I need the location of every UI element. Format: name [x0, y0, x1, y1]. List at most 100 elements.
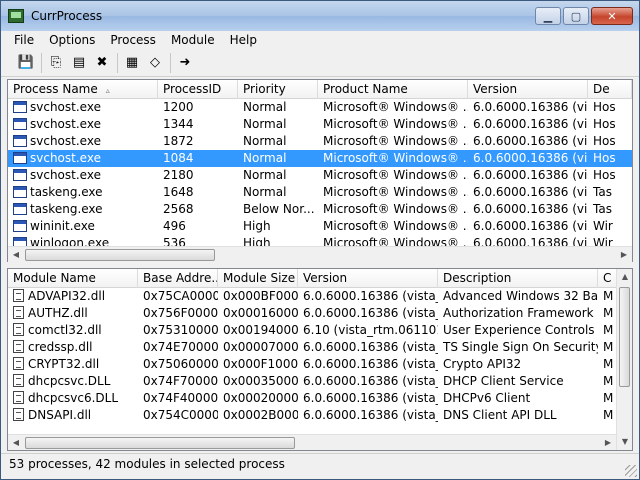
module-column-header[interactable]: Module Size: [218, 269, 298, 288]
module-name: credssp.dll: [28, 340, 93, 354]
properties-button[interactable]: ▤: [68, 52, 90, 74]
process-hscrollbar[interactable]: ◀ ▶: [8, 246, 632, 262]
process-cell: 496: [163, 219, 186, 233]
process-name: svchost.exe: [30, 134, 101, 148]
module-cell: 6.0.6000.16386 (vista_rt...: [303, 357, 438, 371]
module-cell: 6.0.6000.16386 (vista_rt...: [303, 391, 438, 405]
module-cell: User Experience Controls L...: [443, 323, 598, 337]
menu-options[interactable]: Options: [42, 31, 103, 49]
process-row[interactable]: wininit.exe 496 High Microsoft® Windows® ..…: [8, 218, 632, 235]
module-vscrollbar[interactable]: ▲ ▼: [616, 269, 632, 450]
minimize-button[interactable]: ▁: [535, 7, 561, 25]
module-name: DNSAPI.dll: [28, 408, 92, 422]
process-cell: Normal: [243, 151, 287, 165]
resize-grip-icon[interactable]: [625, 465, 637, 477]
module-column-header[interactable]: Module Name: [8, 269, 138, 288]
process-name: wininit.exe: [30, 219, 95, 233]
process-list[interactable]: Process Name ▵ ProcessID Priority Product Na…: [7, 79, 633, 263]
module-column-header[interactable]: Base Addre...: [138, 269, 218, 288]
process-hscroll-thumb[interactable]: [25, 249, 215, 261]
process-name: svchost.exe: [30, 168, 101, 182]
module-cell: 0x754C0000: [143, 408, 218, 422]
module-cell: 6.0.6000.16386 (vista_rt...: [303, 340, 438, 354]
module-hscroll-thumb[interactable]: [25, 437, 295, 449]
module-row[interactable]: comctl32.dll 0x75310000 0x00194000 6.10 (vi…: [8, 322, 632, 339]
module-hscrollbar[interactable]: ◀ ▶: [8, 434, 616, 450]
module-cell: Crypto API32: [443, 357, 522, 371]
module-row[interactable]: dhcpcsvc.DLL 0x74F70000 0x00035000 6.0.6000…: [8, 373, 632, 390]
module-row[interactable]: DNSAPI.dll 0x754C0000 0x0002B000 6.0.6000.1…: [8, 407, 632, 424]
maximize-button[interactable]: ▢: [563, 7, 589, 25]
process-row[interactable]: svchost.exe 1872 Normal Microsoft® Windows®…: [8, 133, 632, 150]
menu-file[interactable]: File: [7, 31, 42, 49]
menu-bar: File Options Process Module Help: [1, 31, 639, 49]
process-cell: Tas: [593, 202, 612, 216]
module-column-header[interactable]: C: [598, 269, 618, 288]
menu-help[interactable]: Help: [223, 31, 265, 49]
pane-splitter[interactable]: [1, 262, 639, 267]
maximize-icon: ▢: [570, 10, 582, 23]
process-column-header[interactable]: Process Name ▵: [8, 80, 158, 99]
window-title: CurrProcess: [31, 9, 103, 23]
process-cell: 6.0.6000.16386 (vis...: [473, 185, 588, 199]
module-cell: 0x0002B000: [223, 408, 298, 422]
process-cell: Wir: [593, 219, 613, 233]
module-row[interactable]: CRYPT32.dll 0x75060000 0x000F1000 6.0.6000.…: [8, 356, 632, 373]
process-column-header[interactable]: Version: [468, 80, 588, 99]
title-bar[interactable]: CurrProcess ▁ ▢ ✕: [1, 1, 639, 31]
toolbar: 💾 ⎘ ▤ ✖ ▦ ◇ ➜: [1, 49, 639, 77]
process-column-header[interactable]: ProcessID: [158, 80, 238, 99]
process-row[interactable]: taskeng.exe 2568 Below Nor... Microsoft® Wi…: [8, 201, 632, 218]
module-list[interactable]: Module Name Base Addre... Module Size Versi…: [7, 268, 633, 451]
module-row[interactable]: ADVAPI32.dll 0x75CA0000 0x000BF000 6.0.6000…: [8, 288, 632, 305]
close-button[interactable]: ✕: [591, 7, 633, 25]
process-cell: 1648: [163, 185, 194, 199]
process-cell: 6.0.6000.16386 (vis...: [473, 219, 588, 233]
menu-process[interactable]: Process: [103, 31, 164, 49]
process-column-header[interactable]: Priority: [238, 80, 318, 99]
process-column-header[interactable]: De: [588, 80, 632, 99]
module-name: CRYPT32.dll: [28, 357, 100, 371]
exit-button[interactable]: ➜: [174, 52, 196, 74]
process-row[interactable]: svchost.exe 1084 Normal Microsoft® Windows®…: [8, 150, 632, 167]
kill-process-button[interactable]: ✖: [91, 52, 113, 74]
process-row[interactable]: svchost.exe 2180 Normal Microsoft® Windows®…: [8, 167, 632, 184]
save-button[interactable]: 💾: [15, 52, 37, 74]
process-row[interactable]: svchost.exe 1344 Normal Microsoft® Windows®…: [8, 116, 632, 133]
html-report-button[interactable]: ▦: [121, 52, 143, 74]
module-cell: credssp.dll: [8, 339, 138, 356]
process-name: taskeng.exe: [30, 185, 103, 199]
scroll-left-icon[interactable]: ◀: [8, 435, 24, 450]
save-icon: 💾: [17, 55, 35, 70]
copy-button[interactable]: ⎘: [45, 52, 67, 74]
module-cell: comctl32.dll: [8, 322, 138, 339]
process-cell: Hos: [593, 151, 616, 165]
menu-module[interactable]: Module: [164, 31, 223, 49]
scroll-right-icon[interactable]: ▶: [616, 247, 632, 262]
module-vscroll-thumb[interactable]: [619, 287, 630, 387]
scroll-right-icon[interactable]: ▶: [600, 435, 616, 450]
process-row[interactable]: taskeng.exe 1648 Normal Microsoft® Windows®…: [8, 184, 632, 201]
scroll-left-icon[interactable]: ◀: [8, 247, 24, 262]
module-cell: M: [603, 340, 614, 354]
dll-file-icon: [13, 408, 24, 421]
scroll-up-icon[interactable]: ▲: [617, 269, 632, 285]
app-icon: [8, 9, 24, 23]
process-cell: Microsoft® Windows® ...: [323, 168, 468, 182]
eraser-button[interactable]: ◇: [144, 52, 166, 74]
process-cell: Microsoft® Windows® ...: [323, 202, 468, 216]
process-row[interactable]: svchost.exe 1200 Normal Microsoft® Windows®…: [8, 99, 632, 116]
process-cell: Microsoft® Windows® ...: [323, 219, 468, 233]
module-row[interactable]: AUTHZ.dll 0x756F0000 0x00016000 6.0.6000.16…: [8, 305, 632, 322]
module-column-header[interactable]: Description: [438, 269, 598, 288]
module-name: dhcpcsvc.DLL: [28, 374, 111, 388]
module-cell: M: [603, 323, 614, 337]
module-column-header[interactable]: Version: [298, 269, 438, 288]
process-column-header[interactable]: Product Name: [318, 80, 468, 99]
process-cell: 1200: [163, 100, 194, 114]
module-cell: M: [603, 357, 614, 371]
scroll-down-icon[interactable]: ▼: [617, 434, 632, 450]
module-row[interactable]: credssp.dll 0x74E70000 0x00007000 6.0.6000.…: [8, 339, 632, 356]
dll-file-icon: [13, 357, 24, 370]
module-row[interactable]: dhcpcsvc6.DLL 0x74F40000 0x00020000 6.0.600…: [8, 390, 632, 407]
